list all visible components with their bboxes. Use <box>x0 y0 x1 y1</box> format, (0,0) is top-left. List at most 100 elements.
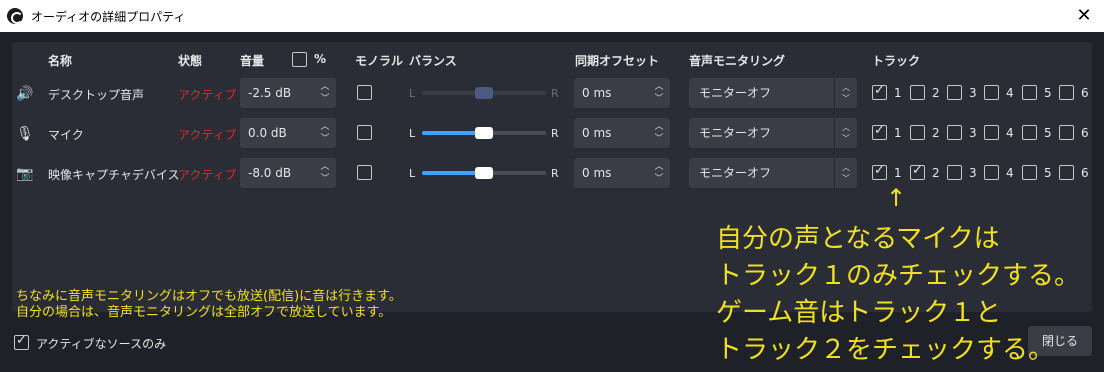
track-2-label: 2 <box>932 126 940 140</box>
track-6-checkbox[interactable] <box>1059 165 1074 180</box>
chevron-up-icon: ︿ <box>842 123 850 132</box>
spin-arrows[interactable]: ︿ ﹀ <box>320 161 330 185</box>
header-status: 状態 <box>178 54 203 68</box>
select-arrows[interactable]: ︿ ﹀ <box>840 122 852 144</box>
status-label: アクティブ <box>178 168 237 182</box>
title-bar: オーディオの詳細プロパティ ✕ <box>0 0 1104 32</box>
annotation-line-3: ゲーム音はトラック１と <box>716 298 1002 328</box>
annotation-arrow: ↑ <box>886 184 907 212</box>
track-6-label: 6 <box>1081 166 1089 180</box>
track-5-checkbox[interactable] <box>1022 165 1037 180</box>
mono-checkbox[interactable] <box>357 165 372 180</box>
track-6-checkbox[interactable] <box>1059 85 1074 100</box>
window-close-button[interactable]: ✕ <box>1072 4 1096 28</box>
status-label: アクティブ <box>178 128 237 142</box>
chevron-up-icon[interactable]: ︿ <box>320 81 330 93</box>
speaker-icon: 🔊 <box>16 86 34 102</box>
chevron-down-icon[interactable]: ﹀ <box>654 93 664 105</box>
track-3-label: 3 <box>969 126 977 140</box>
sync-offset-spinbox[interactable]: 0 ms ︿ ﹀ <box>574 158 670 188</box>
track-1-checkbox[interactable] <box>872 163 887 180</box>
monitoring-select[interactable]: モニターオフ ︿ ﹀ <box>689 158 857 188</box>
monitoring-value: モニターオフ <box>699 86 772 100</box>
obs-logo-icon <box>7 8 23 24</box>
balance-slider-handle[interactable] <box>475 87 493 99</box>
chevron-up-icon: ︿ <box>842 83 850 92</box>
balance-slider-handle[interactable] <box>475 127 493 139</box>
volume-spinbox[interactable]: 0.0 dB ︿ ﹀ <box>240 118 336 148</box>
sync-offset-spinbox[interactable]: 0 ms ︿ ﹀ <box>574 118 670 148</box>
source-name: デスクトップ音声 <box>48 88 145 102</box>
balance-slider[interactable] <box>422 127 546 139</box>
volume-spinbox[interactable]: -8.0 dB ︿ ﹀ <box>240 158 336 188</box>
monitoring-select[interactable]: モニターオフ ︿ ﹀ <box>689 118 857 148</box>
chevron-up-icon[interactable]: ︿ <box>320 121 330 133</box>
balance-left-label: L <box>409 87 416 100</box>
track-4-checkbox[interactable] <box>984 165 999 180</box>
chevron-down-icon: ﹀ <box>842 94 850 103</box>
track-3-label: 3 <box>969 86 977 100</box>
chevron-up-icon[interactable]: ︿ <box>654 161 664 173</box>
sync-offset-value: 0 ms <box>582 166 612 180</box>
chevron-down-icon[interactable]: ﹀ <box>320 133 330 145</box>
track-1-checkbox[interactable] <box>872 83 887 100</box>
track-4-checkbox[interactable] <box>984 85 999 100</box>
chevron-up-icon[interactable]: ︿ <box>654 121 664 133</box>
track-3-checkbox[interactable] <box>947 165 962 180</box>
balance-slider[interactable] <box>422 167 546 179</box>
track-3-checkbox[interactable] <box>947 125 962 140</box>
spin-arrows[interactable]: ︿ ﹀ <box>654 121 664 145</box>
sync-offset-spinbox[interactable]: 0 ms ︿ ﹀ <box>574 78 670 108</box>
track-4-label: 4 <box>1006 166 1014 180</box>
track-2-checkbox[interactable] <box>910 163 925 180</box>
track-1-checkbox[interactable] <box>872 123 887 140</box>
track-2-checkbox[interactable] <box>910 125 925 140</box>
monitoring-value: モニターオフ <box>699 166 772 180</box>
note-line-2: 自分の場合は、音声モニタリングは全部オフで放送しています。 <box>16 305 392 320</box>
chevron-down-icon[interactable]: ﹀ <box>654 133 664 145</box>
chevron-up-icon[interactable]: ︿ <box>320 161 330 173</box>
select-arrows[interactable]: ︿ ﹀ <box>840 82 852 104</box>
microphone-icon: 🎙 <box>16 126 34 142</box>
mono-checkbox[interactable] <box>357 85 372 100</box>
spin-arrows[interactable]: ︿ ﹀ <box>320 121 330 145</box>
status-label: アクティブ <box>178 88 237 102</box>
source-name: マイク <box>48 128 84 142</box>
chevron-down-icon[interactable]: ﹀ <box>654 173 664 185</box>
chevron-up-icon: ︿ <box>842 163 850 172</box>
select-arrows[interactable]: ︿ ﹀ <box>840 162 852 184</box>
monitoring-select[interactable]: モニターオフ ︿ ﹀ <box>689 78 857 108</box>
annotation-line-1: 自分の声となるマイクは <box>716 224 1000 254</box>
balance-slider[interactable] <box>422 87 546 99</box>
spin-arrows[interactable]: ︿ ﹀ <box>654 161 664 185</box>
track-2-label: 2 <box>932 166 940 180</box>
chevron-down-icon[interactable]: ﹀ <box>320 173 330 185</box>
header-mono: モノラル <box>355 54 404 68</box>
sync-offset-value: 0 ms <box>582 86 612 100</box>
track-6-checkbox[interactable] <box>1059 125 1074 140</box>
track-6-label: 6 <box>1081 126 1089 140</box>
track-2-checkbox[interactable] <box>910 85 925 100</box>
select-divider <box>834 118 835 148</box>
track-4-checkbox[interactable] <box>984 125 999 140</box>
monitoring-value: モニターオフ <box>699 126 772 140</box>
volume-spinbox[interactable]: -2.5 dB ︿ ﹀ <box>240 78 336 108</box>
track-6-label: 6 <box>1081 86 1089 100</box>
balance-right-label: R <box>551 87 559 100</box>
header-percent: % <box>314 52 327 66</box>
mono-checkbox[interactable] <box>357 125 372 140</box>
percent-checkbox[interactable] <box>292 52 307 67</box>
chevron-down-icon: ﹀ <box>842 174 850 183</box>
track-5-checkbox[interactable] <box>1022 85 1037 100</box>
track-5-checkbox[interactable] <box>1022 125 1037 140</box>
spin-arrows[interactable]: ︿ ﹀ <box>320 81 330 105</box>
spin-arrows[interactable]: ︿ ﹀ <box>654 81 664 105</box>
active-only-checkbox[interactable] <box>14 333 29 350</box>
track-3-checkbox[interactable] <box>947 85 962 100</box>
select-divider <box>834 158 835 188</box>
balance-slider-handle[interactable] <box>475 167 493 179</box>
track-1-label: 1 <box>894 86 902 100</box>
chevron-up-icon[interactable]: ︿ <box>654 81 664 93</box>
chevron-down-icon[interactable]: ﹀ <box>320 93 330 105</box>
balance-left-label: L <box>409 167 416 180</box>
